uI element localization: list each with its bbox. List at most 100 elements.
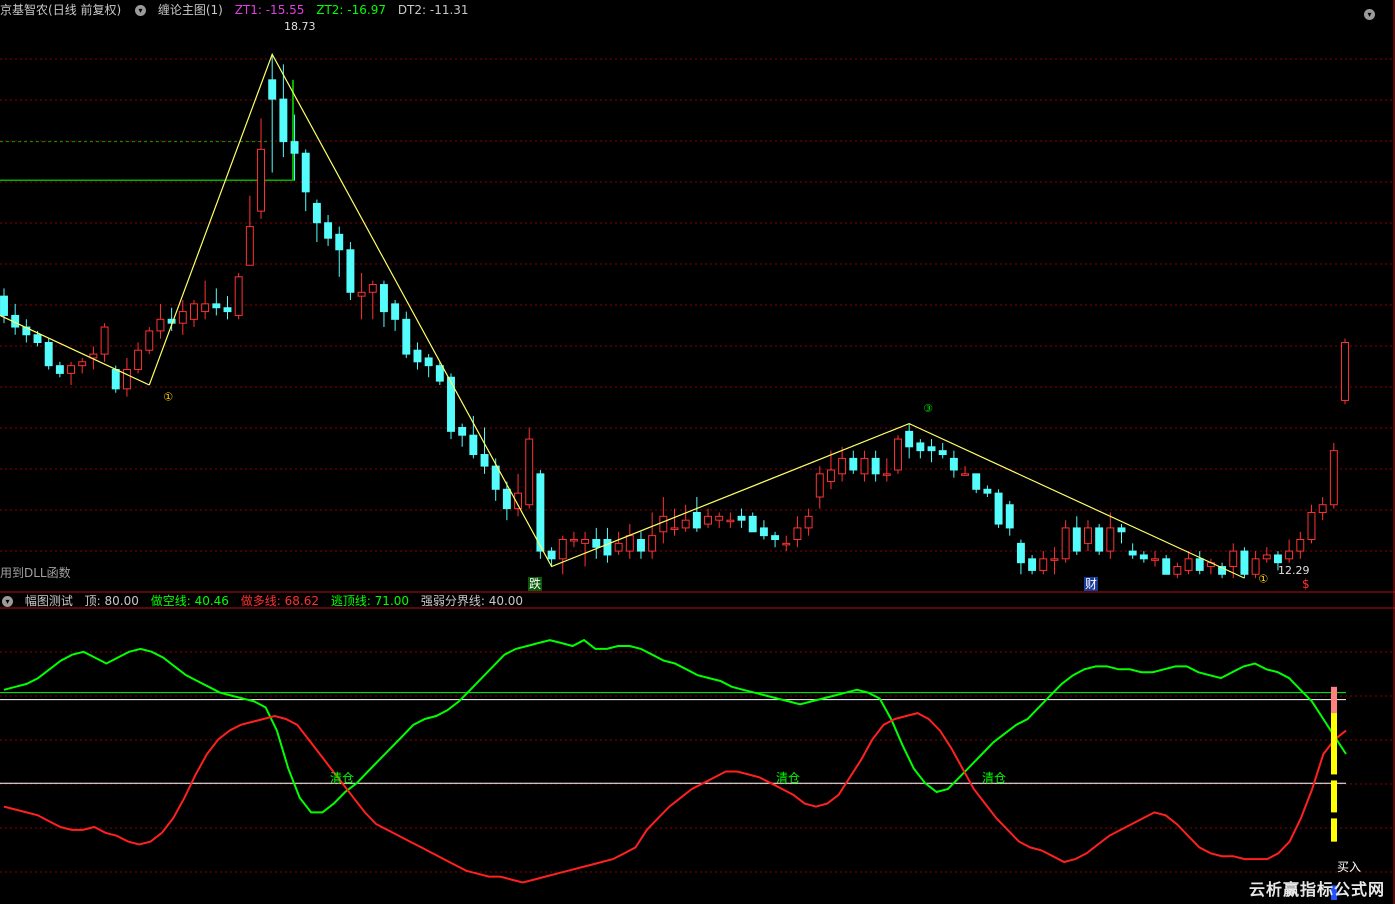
signal-label-cai: 财	[1084, 577, 1099, 591]
candle	[234, 276, 243, 316]
candle	[1151, 558, 1159, 561]
top-value: 顶: 80.00	[84, 594, 139, 608]
candle	[972, 473, 981, 490]
candle	[335, 233, 344, 251]
candle	[212, 303, 221, 309]
candle	[1273, 554, 1282, 564]
indicator-name[interactable]: 缠论主图(1)	[158, 3, 223, 17]
dt2-value: DT2: -11.31	[397, 3, 469, 17]
candle	[726, 519, 735, 523]
candle	[603, 539, 612, 556]
candle	[793, 527, 802, 541]
candle	[625, 535, 634, 552]
candle	[245, 226, 254, 266]
candle	[938, 450, 947, 456]
candle	[1028, 558, 1037, 571]
signal-bar	[1331, 812, 1337, 819]
candle	[502, 488, 511, 510]
watermark: 云析赢指标公式网	[1248, 880, 1385, 899]
candle	[1039, 558, 1048, 571]
candle	[33, 334, 42, 343]
candle	[301, 152, 310, 193]
candle	[111, 369, 120, 390]
candle	[1341, 341, 1349, 401]
candle	[1016, 542, 1025, 564]
candle	[1173, 566, 1182, 575]
settings-circle-icon[interactable]: ▾	[135, 5, 147, 16]
candle	[905, 430, 914, 448]
candle	[614, 542, 623, 552]
price-mode: (日线 前复权)	[48, 3, 122, 17]
candle	[737, 515, 746, 521]
candle	[949, 457, 958, 471]
candle	[581, 539, 590, 544]
signal-label-die: 跌	[528, 577, 543, 591]
candle	[0, 295, 8, 316]
candle	[1139, 554, 1148, 560]
candle	[871, 457, 880, 475]
candle	[592, 539, 601, 548]
candle	[860, 457, 869, 475]
panel-close-icon[interactable]: ▾	[1364, 4, 1375, 23]
candle	[961, 473, 970, 476]
candle	[279, 98, 288, 143]
candle	[1117, 527, 1126, 533]
candle	[379, 284, 388, 313]
candle	[424, 357, 433, 367]
candle	[927, 446, 936, 452]
candle	[804, 515, 813, 529]
candle	[1162, 558, 1171, 575]
candle	[134, 349, 143, 371]
zt2-value: ZT2: -16.97	[316, 3, 386, 17]
clear-position-label: 清仓	[776, 771, 801, 785]
candle	[1307, 511, 1316, 541]
main-panel-header: 京基智农(日线 前复权) ▾ 缠论主图(1) ZT1: -15.55 ZT2: …	[0, 0, 477, 20]
candle	[994, 492, 1003, 525]
zigzag-line	[0, 314, 150, 386]
candle	[782, 542, 791, 546]
candle	[67, 365, 76, 374]
sub-indicator-name[interactable]: 幅图测试	[25, 594, 73, 608]
candle	[1095, 527, 1104, 552]
short-line-value: 做空线: 40.46	[150, 594, 229, 608]
zt1-value: ZT1: -15.55	[234, 3, 305, 17]
candle	[704, 515, 712, 525]
candle	[290, 141, 299, 154]
high-price-label: 18.73	[284, 20, 316, 33]
candle	[458, 426, 467, 436]
candle	[268, 79, 277, 100]
candle	[692, 511, 701, 529]
signal-bar	[1331, 774, 1337, 781]
long-line-value: 做多线: 68.62	[240, 594, 319, 608]
candle	[1285, 550, 1294, 560]
candle	[223, 307, 232, 313]
candle	[1229, 550, 1238, 568]
candle	[1050, 558, 1059, 561]
candle	[849, 457, 858, 471]
candle	[637, 539, 645, 552]
candle	[469, 434, 478, 456]
candle	[826, 469, 835, 483]
indicator-line	[3, 638, 1347, 814]
candle	[435, 365, 444, 382]
candle	[190, 303, 198, 320]
candle	[1184, 558, 1193, 571]
candle	[1318, 504, 1327, 513]
candle	[480, 454, 489, 467]
clear-position-label: 清仓	[330, 771, 355, 785]
candle	[257, 148, 265, 212]
candle	[402, 318, 411, 355]
candle	[748, 515, 757, 533]
candle	[156, 318, 165, 332]
candle	[145, 330, 154, 351]
candle	[1262, 554, 1271, 560]
stock-name[interactable]: 京基智农	[0, 3, 48, 17]
candle	[983, 488, 992, 494]
settings-circle-icon[interactable]: ▾	[2, 596, 13, 607]
candle	[1072, 527, 1081, 552]
candle	[1005, 504, 1014, 529]
candle	[659, 515, 668, 533]
strength-line-value: 强弱分界线: 40.00	[420, 594, 524, 608]
candle	[44, 341, 53, 367]
candle	[681, 519, 690, 529]
